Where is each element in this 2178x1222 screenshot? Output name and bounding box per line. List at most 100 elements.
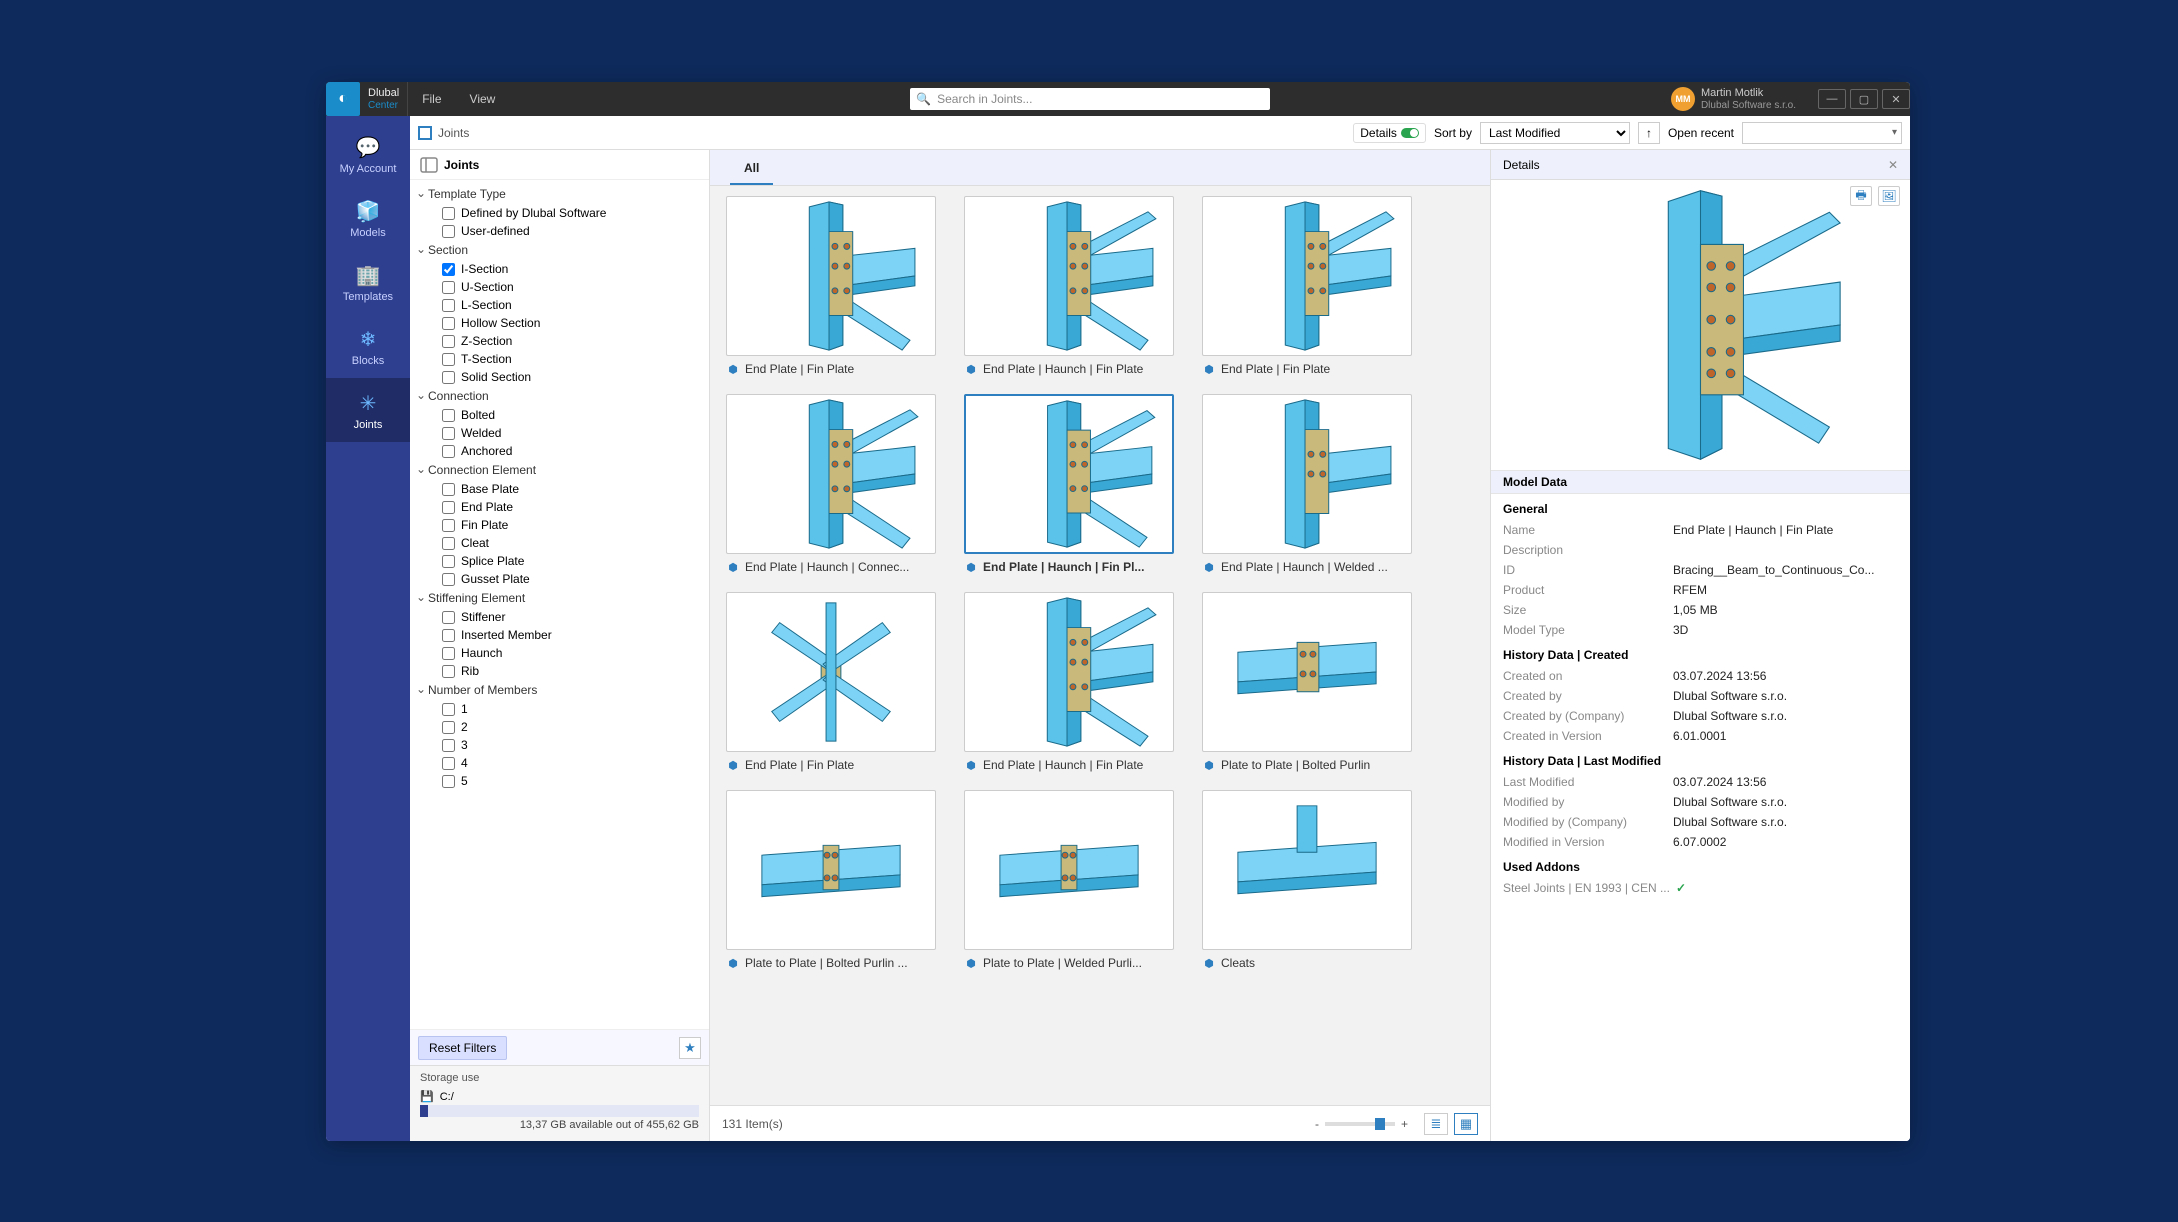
joint-card[interactable]: ⬢Plate to Plate | Welded Purli... xyxy=(964,790,1174,970)
joint-card[interactable]: ⬢End Plate | Haunch | Fin Plate xyxy=(964,196,1174,376)
filter-check[interactable]: L-Section xyxy=(410,296,709,314)
joint-card[interactable]: ⬢End Plate | Haunch | Fin Plate xyxy=(964,592,1174,772)
filter-checkbox[interactable] xyxy=(442,409,455,422)
filter-check[interactable]: Splice Plate xyxy=(410,552,709,570)
maximize-button[interactable]: ▢ xyxy=(1850,89,1878,109)
filter-checkbox[interactable] xyxy=(442,629,455,642)
filter-check[interactable]: Z-Section xyxy=(410,332,709,350)
filter-check[interactable]: T-Section xyxy=(410,350,709,368)
close-button[interactable]: ✕ xyxy=(1882,89,1910,109)
preview-tool-1[interactable]: 🖶 xyxy=(1850,186,1872,206)
filter-check[interactable]: 4 xyxy=(410,754,709,772)
filter-group-title[interactable]: Number of Members xyxy=(410,680,709,700)
rail-joints[interactable]: ✳ Joints xyxy=(326,378,410,442)
filter-checkbox[interactable] xyxy=(442,757,455,770)
tab-all[interactable]: All xyxy=(730,153,773,185)
filter-check[interactable]: Hollow Section xyxy=(410,314,709,332)
filter-checkbox[interactable] xyxy=(442,519,455,532)
joint-card[interactable]: ⬢End Plate | Haunch | Fin Pl... xyxy=(964,394,1174,574)
filter-check[interactable]: Anchored xyxy=(410,442,709,460)
filter-checkbox[interactable] xyxy=(442,427,455,440)
filter-checkbox[interactable] xyxy=(442,335,455,348)
filter-checkbox[interactable] xyxy=(442,501,455,514)
zoom-control[interactable]: - + xyxy=(1315,1117,1408,1131)
joint-card[interactable]: ⬢End Plate | Haunch | Connec... xyxy=(726,394,936,574)
filter-group-title[interactable]: Section xyxy=(410,240,709,260)
filter-checkbox[interactable] xyxy=(442,299,455,312)
filter-checkbox[interactable] xyxy=(442,537,455,550)
filter-check[interactable]: Cleat xyxy=(410,534,709,552)
joint-card[interactable]: ⬢End Plate | Fin Plate xyxy=(726,592,936,772)
filter-checkbox[interactable] xyxy=(442,775,455,788)
filter-check[interactable]: U-Section xyxy=(410,278,709,296)
filter-checkbox[interactable] xyxy=(442,263,455,276)
grid-view-button[interactable]: ▦ xyxy=(1454,1113,1478,1135)
filter-checkbox[interactable] xyxy=(442,225,455,238)
filter-check[interactable]: Haunch xyxy=(410,644,709,662)
open-recent-select[interactable]: ▾ xyxy=(1742,122,1902,144)
user-area[interactable]: MM Martin Motlik Dlubal Software s.r.o. xyxy=(1671,87,1796,111)
zoom-knob[interactable] xyxy=(1375,1118,1385,1130)
filter-check[interactable]: Fin Plate xyxy=(410,516,709,534)
filter-check[interactable]: User-defined xyxy=(410,222,709,240)
filter-check[interactable]: Solid Section xyxy=(410,368,709,386)
joint-card[interactable]: ⬢End Plate | Haunch | Welded ... xyxy=(1202,394,1412,574)
filter-checkbox[interactable] xyxy=(442,573,455,586)
filter-check[interactable]: Defined by Dlubal Software xyxy=(410,204,709,222)
favorite-button[interactable]: ★ xyxy=(679,1037,701,1059)
joint-card[interactable]: ⬢End Plate | Fin Plate xyxy=(726,196,936,376)
filter-check[interactable]: Stiffener xyxy=(410,608,709,626)
filter-checkbox[interactable] xyxy=(442,353,455,366)
filter-checkbox[interactable] xyxy=(442,611,455,624)
joint-card[interactable]: ⬢End Plate | Fin Plate xyxy=(1202,196,1412,376)
filter-checkbox[interactable] xyxy=(442,207,455,220)
reset-filters-button[interactable]: Reset Filters xyxy=(418,1036,507,1060)
filter-group-title[interactable]: Template Type xyxy=(410,184,709,204)
filter-check[interactable]: Gusset Plate xyxy=(410,570,709,588)
filter-checkbox[interactable] xyxy=(442,703,455,716)
list-view-button[interactable]: ≣ xyxy=(1424,1113,1448,1135)
filter-checkbox[interactable] xyxy=(442,665,455,678)
preview-tool-2[interactable]: 🖼 xyxy=(1878,186,1900,206)
filter-group-title[interactable]: Connection Element xyxy=(410,460,709,480)
minimize-button[interactable]: — xyxy=(1818,89,1846,109)
gallery-scroll[interactable]: ⬢End Plate | Fin Plate⬢End Plate | Haunc… xyxy=(710,186,1490,1105)
filter-checkbox[interactable] xyxy=(442,281,455,294)
details-toggle[interactable]: Details xyxy=(1353,123,1426,143)
joint-card[interactable]: ⬢Cleats xyxy=(1202,790,1412,970)
filter-checkbox[interactable] xyxy=(442,483,455,496)
filter-checkbox[interactable] xyxy=(442,371,455,384)
menu-view[interactable]: View xyxy=(456,92,510,106)
filter-check[interactable]: Welded xyxy=(410,424,709,442)
filter-group-title[interactable]: Stiffening Element xyxy=(410,588,709,608)
filter-check[interactable]: 5 xyxy=(410,772,709,790)
rail-blocks[interactable]: ❄ Blocks xyxy=(326,314,410,378)
filter-checkbox[interactable] xyxy=(442,721,455,734)
joint-card[interactable]: ⬢Plate to Plate | Bolted Purlin ... xyxy=(726,790,936,970)
filter-check[interactable]: Base Plate xyxy=(410,480,709,498)
rail-templates[interactable]: 🏢 Templates xyxy=(326,250,410,314)
filter-check[interactable]: 2 xyxy=(410,718,709,736)
filter-checkbox[interactable] xyxy=(442,647,455,660)
menu-file[interactable]: File xyxy=(408,92,455,106)
sort-select[interactable]: Last Modified xyxy=(1480,122,1630,144)
filter-check[interactable]: Bolted xyxy=(410,406,709,424)
filter-checkbox[interactable] xyxy=(442,445,455,458)
filter-check[interactable]: End Plate xyxy=(410,498,709,516)
search-input[interactable]: 🔍 Search in Joints... xyxy=(910,88,1270,110)
details-body[interactable]: 🖶 🖼 xyxy=(1491,180,1910,1141)
filter-scroll[interactable]: Template TypeDefined by Dlubal SoftwareU… xyxy=(410,180,709,1029)
filter-check[interactable]: 1 xyxy=(410,700,709,718)
filter-group-title[interactable]: Connection xyxy=(410,386,709,406)
joint-card[interactable]: ⬢Plate to Plate | Bolted Purlin xyxy=(1202,592,1412,772)
filter-checkbox[interactable] xyxy=(442,317,455,330)
filter-check[interactable]: I-Section xyxy=(410,260,709,278)
filter-check[interactable]: Inserted Member xyxy=(410,626,709,644)
rail-my-account[interactable]: 💬 My Account xyxy=(326,122,410,186)
filter-check[interactable]: Rib xyxy=(410,662,709,680)
filter-checkbox[interactable] xyxy=(442,739,455,752)
filter-check[interactable]: 3 xyxy=(410,736,709,754)
rail-models[interactable]: 🧊 Models xyxy=(326,186,410,250)
sort-direction-button[interactable]: ↑ xyxy=(1638,122,1660,144)
filter-checkbox[interactable] xyxy=(442,555,455,568)
